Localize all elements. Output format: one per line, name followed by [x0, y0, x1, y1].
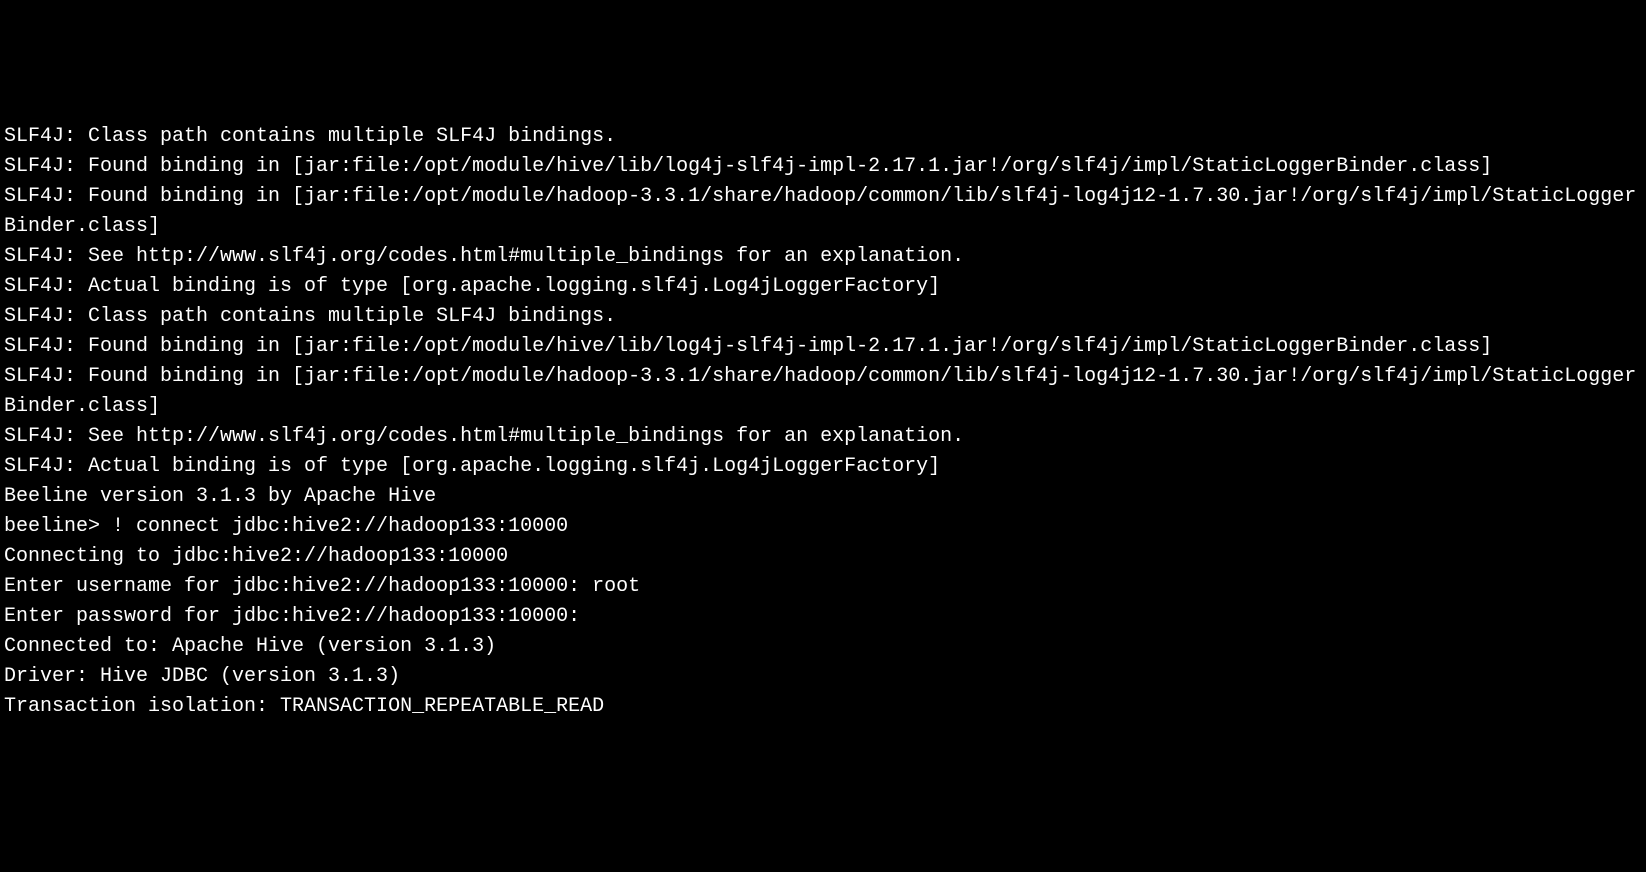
log-line: SLF4J: Class path contains multiple SLF4…	[4, 302, 1642, 332]
beeline-version-line: Beeline version 3.1.3 by Apache Hive	[4, 482, 1642, 512]
log-line: SLF4J: Found binding in [jar:file:/opt/m…	[4, 182, 1642, 242]
log-line: SLF4J: Actual binding is of type [org.ap…	[4, 272, 1642, 302]
log-line: SLF4J: Actual binding is of type [org.ap…	[4, 452, 1642, 482]
driver-line: Driver: Hive JDBC (version 3.1.3)	[4, 662, 1642, 692]
beeline-prompt-line: beeline> ! connect jdbc:hive2://hadoop13…	[4, 512, 1642, 542]
transaction-isolation-line: Transaction isolation: TRANSACTION_REPEA…	[4, 692, 1642, 722]
log-line: SLF4J: Found binding in [jar:file:/opt/m…	[4, 332, 1642, 362]
log-line: SLF4J: Found binding in [jar:file:/opt/m…	[4, 152, 1642, 182]
username-prompt-line: Enter username for jdbc:hive2://hadoop13…	[4, 572, 1642, 602]
log-line: SLF4J: See http://www.slf4j.org/codes.ht…	[4, 242, 1642, 272]
log-line: SLF4J: Found binding in [jar:file:/opt/m…	[4, 362, 1642, 422]
log-line: SLF4J: Class path contains multiple SLF4…	[4, 122, 1642, 152]
terminal-output[interactable]: SLF4J: Class path contains multiple SLF4…	[4, 122, 1642, 722]
connecting-line: Connecting to jdbc:hive2://hadoop133:100…	[4, 542, 1642, 572]
log-line: SLF4J: See http://www.slf4j.org/codes.ht…	[4, 422, 1642, 452]
password-prompt-line: Enter password for jdbc:hive2://hadoop13…	[4, 602, 1642, 632]
connected-line: Connected to: Apache Hive (version 3.1.3…	[4, 632, 1642, 662]
